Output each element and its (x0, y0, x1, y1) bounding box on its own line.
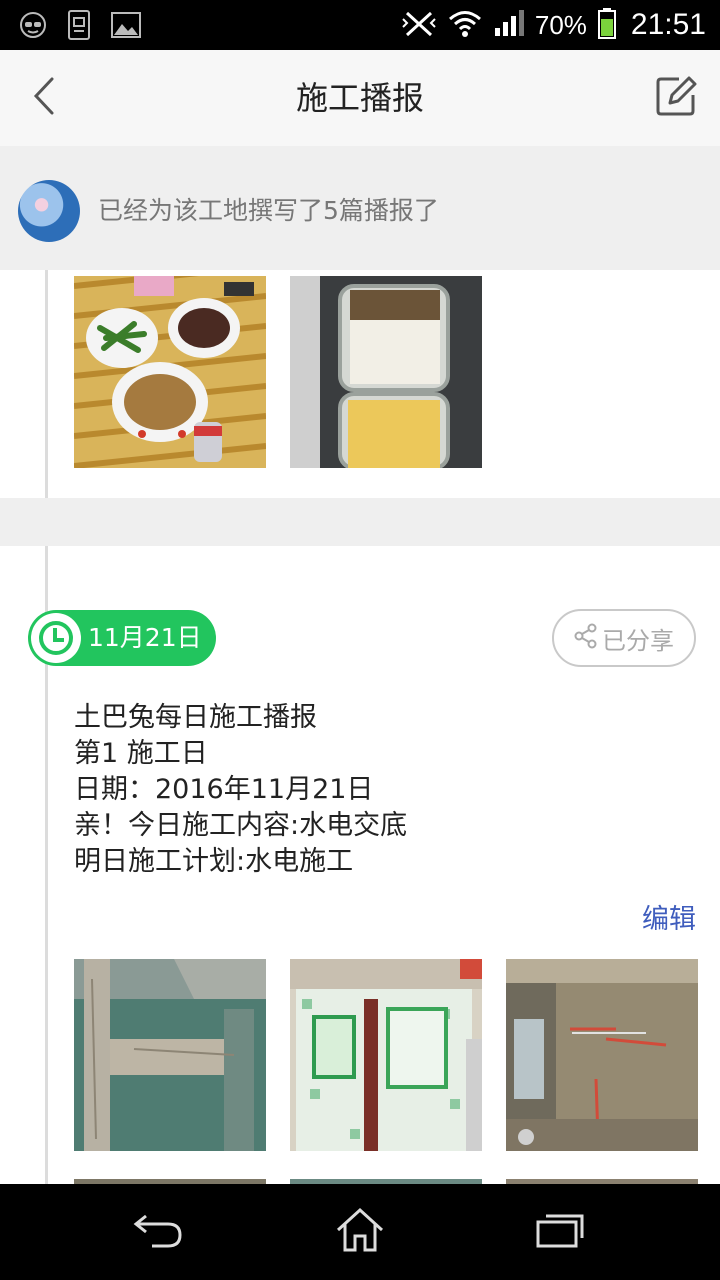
nav-home-button[interactable] (332, 1206, 388, 1258)
post-line-day: 第1 施工日 (74, 738, 208, 769)
return-arrow-icon (132, 1210, 184, 1254)
wifi-icon (447, 7, 483, 43)
image-icon (110, 10, 142, 44)
page-title: 施工播报 (295, 79, 424, 117)
avatar[interactable] (18, 180, 80, 242)
nav-back-button[interactable] (130, 1206, 186, 1258)
photo-thumbnail-row2-1[interactable] (74, 1174, 266, 1184)
edit-post-link[interactable]: 编辑 (642, 900, 696, 940)
post-count-text: 已经为该工地撰写了5篇播报了 (98, 196, 439, 225)
post-line-date: 日期：2016年11月21日 (74, 774, 374, 805)
incognito-icon (18, 10, 48, 44)
battery-icon (597, 7, 617, 43)
post-date-badge: 11月21日 (28, 610, 216, 666)
signal-icon (493, 8, 525, 42)
photo-thumbnail-food-table[interactable] (74, 276, 266, 468)
share-button[interactable]: 已分享 (552, 609, 696, 667)
post-line-today-work: 亲！今日施工内容:水电交底 (74, 810, 408, 841)
timeline-line (45, 270, 48, 1185)
chevron-left-icon (32, 76, 56, 120)
share-icon (574, 623, 598, 653)
vibrate-off-icon (401, 7, 437, 43)
post-body: 土巴兔每日施工播报 第1 施工日 日期：2016年11月21日 亲！今日施工内容… (74, 700, 674, 880)
post-date: 11月21日 (88, 623, 202, 652)
back-button[interactable] (20, 74, 68, 122)
clock: 21:51 (630, 8, 706, 41)
post-line-tomorrow-plan: 明日施工计划:水电施工 (74, 846, 354, 877)
phone-sync-icon (66, 9, 92, 45)
photo-thumbnail-lunch-box[interactable] (290, 276, 482, 468)
share-label: 已分享 (602, 626, 674, 655)
compose-button[interactable] (652, 74, 700, 122)
photo-thumbnail-row2-2[interactable] (290, 1174, 482, 1184)
photo-thumbnail-notice-board[interactable] (290, 959, 482, 1151)
clock-icon (31, 613, 81, 663)
system-nav-bar (0, 1184, 720, 1280)
photo-thumbnail-row2-3[interactable] (506, 1174, 698, 1184)
nav-recents-button[interactable] (532, 1206, 588, 1258)
recent-apps-icon (534, 1210, 586, 1254)
photo-thumbnail-wall-groove[interactable] (74, 959, 266, 1151)
post-line-title: 土巴兔每日施工播报 (74, 702, 317, 733)
status-bar: 70% 21:51 (0, 0, 720, 50)
photo-thumbnail-electrical-wall[interactable] (506, 959, 698, 1151)
battery-percent: 70% (534, 9, 587, 40)
home-icon (334, 1206, 386, 1258)
author-banner: 已经为该工地撰写了5篇播报了 (0, 146, 720, 270)
post-separator (0, 498, 720, 546)
compose-icon (655, 75, 697, 121)
title-bar: 施工播报 (0, 50, 720, 146)
